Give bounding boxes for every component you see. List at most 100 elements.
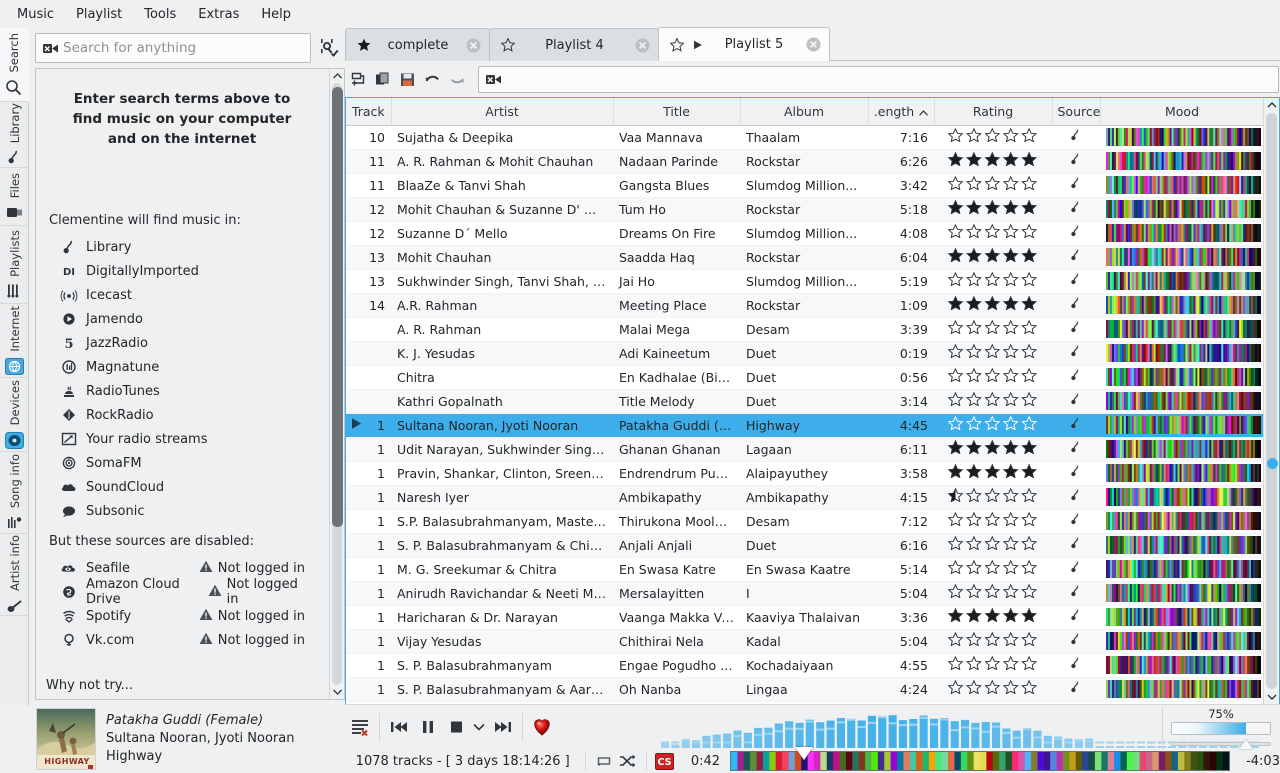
cell-rating[interactable] [934, 509, 1052, 534]
star-outline-icon[interactable] [500, 38, 515, 53]
scroll-up-arrow[interactable] [330, 69, 344, 83]
source-row[interactable]: SoundCloud [46, 475, 318, 499]
stop-icon[interactable] [442, 711, 470, 743]
menu-music[interactable]: Music [6, 3, 65, 26]
playlist-filter-box[interactable] [478, 65, 1279, 93]
table-row[interactable]: 1 S. P. Balasubrahmanyam Engae Pogudho Va.… [346, 653, 1264, 678]
table-row[interactable]: 1 M. G. Sreekumar & Chitra En Swasa Katre E… [346, 557, 1264, 582]
sidebar-tab-devices[interactable]: Devices [0, 378, 29, 452]
rating-stars[interactable] [947, 631, 1039, 650]
table-row[interactable]: 1 Anirudh Ravichandar & Neeti Mohan Mersal… [346, 581, 1264, 606]
table-row[interactable]: A. R. Rahman Malai Mega Desam 3:39 [346, 317, 1264, 342]
disabled-source-row[interactable]: Vk.com Not logged in [46, 628, 318, 652]
cell-rating[interactable] [934, 629, 1052, 654]
table-row[interactable]: 1 Sultana Nooran, Jyoti Nooran Patakha Gud… [346, 413, 1264, 438]
disabled-source-row[interactable]: Amazon Cloud Drive Not logged in [46, 577, 318, 607]
column-header-ength[interactable]: .ength [868, 98, 935, 126]
menu-tools[interactable]: Tools [133, 3, 187, 26]
filter-clear-icon[interactable] [485, 72, 502, 87]
rating-stars[interactable] [947, 151, 1039, 170]
duplicate-playlist-button[interactable] [370, 66, 395, 92]
cell-rating[interactable] [934, 485, 1052, 510]
table-row[interactable]: 12 Mohit Chauhan & Suzanne D' Mello Tum Ho… [346, 197, 1264, 222]
table-row[interactable]: 1 Vijay Yesudas Chithirai Nela Kadal 5:04 [346, 629, 1264, 654]
search-settings-icon[interactable] [316, 35, 342, 61]
column-header-title[interactable]: Title [613, 98, 741, 126]
sidebar-tab-files[interactable]: Files [0, 168, 29, 226]
playlist-scroll-up-arrow[interactable] [1264, 98, 1279, 112]
column-header-album[interactable]: Album [740, 98, 869, 126]
repeat-icon[interactable] [592, 751, 616, 771]
menu-help[interactable]: Help [250, 3, 302, 26]
table-row[interactable]: 13 Mohit Chauhan Saadda Haq Rockstar 6:04 [346, 245, 1264, 270]
playlist-scroll-down-arrow[interactable] [1264, 690, 1279, 704]
volume-slider[interactable] [1171, 738, 1271, 750]
source-row[interactable]: SomaFM [46, 451, 318, 475]
cell-rating[interactable] [934, 389, 1052, 414]
table-row[interactable]: Kathri Gopalnath Title Melody Duet 3:14 [346, 389, 1264, 414]
cell-rating[interactable] [934, 533, 1052, 558]
seek-bar[interactable] [730, 747, 1231, 773]
rating-stars[interactable] [947, 559, 1039, 578]
playlist-scrollbar-track[interactable] [1266, 113, 1277, 689]
rating-stars[interactable] [947, 439, 1039, 458]
sidebar-tab-internet[interactable]: Internet [0, 304, 29, 378]
table-row[interactable]: 14 A.R. Rahman Meeting Place Rockstar 1:09 [346, 293, 1264, 318]
rating-stars[interactable] [947, 343, 1039, 362]
rating-stars[interactable] [947, 487, 1039, 506]
rating-stars[interactable] [947, 247, 1039, 266]
close-icon[interactable] [805, 37, 821, 53]
menu-playlist[interactable]: Playlist [65, 3, 133, 26]
sidebar-tab-artist-info[interactable]: Artist info [0, 534, 29, 616]
heart-icon[interactable] [528, 711, 556, 743]
cell-rating[interactable] [934, 653, 1052, 678]
cell-rating[interactable] [934, 413, 1052, 438]
scrollbar-thumb[interactable] [332, 87, 343, 527]
table-row[interactable]: 1 S.P. Balasubrahmanyam, Master Vig... Thi… [346, 509, 1264, 534]
table-row[interactable]: 11 BlaaZe & Tanvi Shah Gangsta Blues Slumdo… [346, 173, 1264, 198]
cell-rating[interactable] [934, 245, 1052, 270]
cell-rating[interactable] [934, 605, 1052, 630]
playlist-tab[interactable]: Playlist 4 [489, 28, 659, 61]
search-box[interactable] [35, 33, 311, 63]
column-header-artist[interactable]: Artist [391, 98, 614, 126]
source-row[interactable]: Subsonic [46, 499, 318, 523]
rating-stars[interactable] [947, 511, 1039, 530]
cell-rating[interactable] [934, 317, 1052, 342]
table-row[interactable]: 1 Pravin, Shankar, Clinton, Sreenivas ...… [346, 461, 1264, 486]
next-icon[interactable] [488, 711, 516, 743]
source-row[interactable]: Library [46, 235, 318, 259]
close-icon[interactable] [465, 37, 481, 53]
rating-stars[interactable] [947, 367, 1039, 386]
cell-rating[interactable] [934, 581, 1052, 606]
table-row[interactable]: 11 A. R. Rahman & Mohit Chauhan Nadaan Par… [346, 149, 1264, 174]
status-badge[interactable]: CS [653, 751, 677, 771]
sidebar-tab-playlists[interactable]: Playlists [0, 226, 29, 304]
rating-stars[interactable] [947, 583, 1039, 602]
table-row[interactable]: 1 Naresh Iyer Ambikapathy Ambikapathy 4:15 [346, 485, 1264, 510]
cell-rating[interactable] [934, 269, 1052, 294]
volume-control[interactable]: 75% [1162, 707, 1274, 749]
column-header-source[interactable]: Source [1052, 98, 1101, 126]
save-playlist-button[interactable] [395, 66, 420, 92]
rating-stars[interactable] [947, 223, 1039, 242]
playlist-scrollbar[interactable] [1263, 98, 1279, 704]
table-row[interactable]: 12 Suzanne D´ Mello Dreams On Fire Slumdog … [346, 221, 1264, 246]
table-row[interactable]: 1 S. P. Balasubrahmanyam & Chitra Anjali A… [346, 533, 1264, 558]
rating-stars[interactable] [947, 607, 1039, 626]
source-row[interactable]: Magnatune [46, 355, 318, 379]
table-row[interactable]: 10 Sujatha & Deepika Vaa Mannava Thaalam 7:1… [346, 125, 1264, 150]
scroll-down-arrow[interactable] [330, 685, 344, 699]
source-row[interactable]: Jamendo [46, 307, 318, 331]
disabled-source-row[interactable]: Spotify Not logged in [46, 604, 318, 628]
playlist-tab[interactable]: Playlist 5 [658, 27, 830, 61]
volume-slider-knob[interactable] [1239, 739, 1253, 749]
search-input[interactable] [63, 40, 304, 56]
source-row[interactable]: DI DigitallyImported [46, 259, 318, 283]
cell-rating[interactable] [934, 365, 1052, 390]
chevron-down-icon[interactable] [470, 711, 488, 743]
previous-icon[interactable] [385, 711, 413, 743]
rating-stars[interactable] [947, 319, 1039, 338]
column-header-track[interactable]: Track [346, 98, 392, 126]
column-header-rating[interactable]: Rating [934, 98, 1053, 126]
